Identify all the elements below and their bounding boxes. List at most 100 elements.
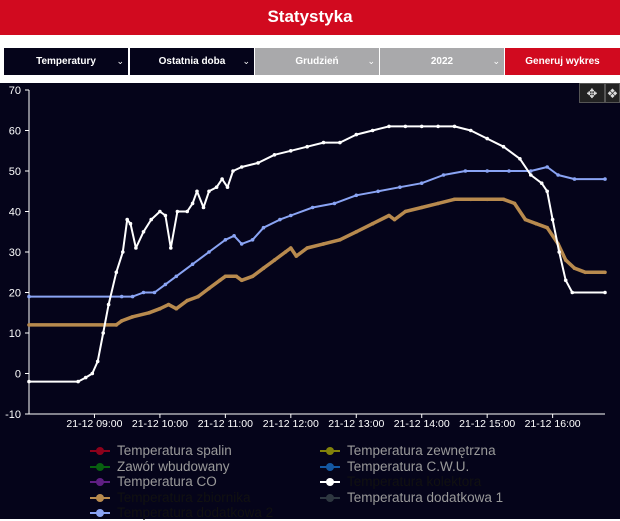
data-point <box>289 213 293 218</box>
type-select[interactable]: Temperatury ⌄ <box>4 48 128 75</box>
y-tick-label: 20 <box>9 288 21 300</box>
legend-marker-dot <box>96 509 104 517</box>
data-point <box>485 169 490 173</box>
series-line <box>29 197 605 327</box>
data-point <box>539 181 544 185</box>
data-point <box>121 250 125 254</box>
legend-marker-dot <box>96 462 104 471</box>
data-point <box>174 274 179 279</box>
data-point <box>163 213 168 218</box>
data-point <box>239 165 244 169</box>
data-point <box>218 278 222 283</box>
legend-marker <box>90 462 110 471</box>
legend-label: Temperatura C.W.U. <box>347 458 470 474</box>
generate-chart-button[interactable]: Generuj wykres <box>505 48 620 75</box>
data-point <box>141 230 146 234</box>
y-tick-label: 10 <box>9 328 21 340</box>
legend-marker <box>90 478 110 486</box>
data-point <box>223 274 228 279</box>
data-point <box>545 165 549 169</box>
data-point <box>419 124 424 129</box>
data-point <box>195 189 199 194</box>
data-point <box>223 238 228 242</box>
data-point <box>452 197 457 202</box>
legend-marker-dot <box>326 478 334 486</box>
legend-marker-dot <box>96 447 104 455</box>
data-point <box>563 258 568 262</box>
y-tick-label: 0 <box>15 369 21 381</box>
data-point <box>196 294 200 299</box>
data-point <box>201 205 206 210</box>
data-point <box>175 209 180 214</box>
toolbar-icon[interactable]: ❖ <box>605 83 620 103</box>
data-point <box>283 250 288 254</box>
data-point <box>149 217 153 222</box>
data-point <box>501 197 506 202</box>
data-point <box>174 306 179 311</box>
month-select-value: Grudzień <box>295 56 339 67</box>
legend-label: Temperatura spalin <box>117 443 232 458</box>
range-select[interactable]: Ostatnia doba ⌄ <box>130 48 254 75</box>
move-icon[interactable]: ✥ <box>579 83 605 103</box>
data-point <box>370 221 375 226</box>
data-point <box>570 290 575 295</box>
legend-label: Temperatura CO <box>117 474 217 489</box>
chevron-down-icon: ⌄ <box>242 56 250 66</box>
data-point <box>545 189 549 194</box>
x-tick-label: 21-12 09:00 <box>66 418 122 430</box>
legend-marker-dot <box>326 462 334 471</box>
type-select-value: Temperatury <box>36 56 96 67</box>
legend-label: Zawór wbudowany <box>117 458 230 474</box>
series-line <box>29 125 605 383</box>
year-select[interactable]: 2022 ⌄ <box>380 48 504 75</box>
data-point <box>234 274 239 279</box>
legend-marker <box>90 493 110 502</box>
legend-marker <box>320 447 340 455</box>
data-point <box>261 225 266 230</box>
page-header: Statystyka <box>0 0 620 35</box>
data-point <box>436 201 440 206</box>
data-point <box>158 209 162 214</box>
data-point <box>27 323 31 327</box>
data-point <box>387 124 391 129</box>
data-point <box>387 213 391 218</box>
data-point <box>169 246 173 250</box>
data-point <box>305 144 310 149</box>
data-point <box>485 136 490 141</box>
x-tick-label: 21-12 16:00 <box>525 418 581 430</box>
data-point <box>207 250 211 254</box>
x-tick-label: 21-12 11:00 <box>198 418 253 430</box>
month-select[interactable]: Grudzień ⌄ <box>255 48 379 75</box>
data-point <box>130 294 135 299</box>
x-tick-label: 21-12 13:00 <box>328 418 384 430</box>
data-point <box>256 161 260 165</box>
chevron-down-icon: ⌄ <box>116 56 124 66</box>
data-point <box>90 371 95 376</box>
data-point <box>130 315 135 319</box>
data-point <box>101 331 105 335</box>
data-point <box>338 238 342 242</box>
data-point <box>354 193 359 198</box>
data-point <box>220 177 224 181</box>
data-point <box>207 189 211 194</box>
x-tick-label: 21-12 12:00 <box>263 418 319 430</box>
data-point <box>338 140 342 145</box>
data-point <box>119 319 124 323</box>
chevron-down-icon: ⌄ <box>367 56 375 66</box>
data-point <box>141 290 146 295</box>
data-point <box>207 286 211 291</box>
data-point <box>469 197 473 202</box>
legend-label: Temperatura zbiornika <box>117 489 251 505</box>
data-point <box>403 124 408 129</box>
data-point <box>603 177 607 181</box>
page-title: Statystyka <box>267 7 353 26</box>
data-point <box>512 201 517 206</box>
data-point <box>261 266 266 270</box>
y-tick-label: 70 <box>9 85 21 97</box>
data-point <box>403 209 408 214</box>
data-point <box>572 177 577 181</box>
chart-legend: Temperatura spalin Temperatura zewnętrzna… <box>0 440 620 520</box>
data-point <box>232 234 236 238</box>
legend-marker-dot <box>96 478 104 486</box>
data-point <box>239 242 244 246</box>
